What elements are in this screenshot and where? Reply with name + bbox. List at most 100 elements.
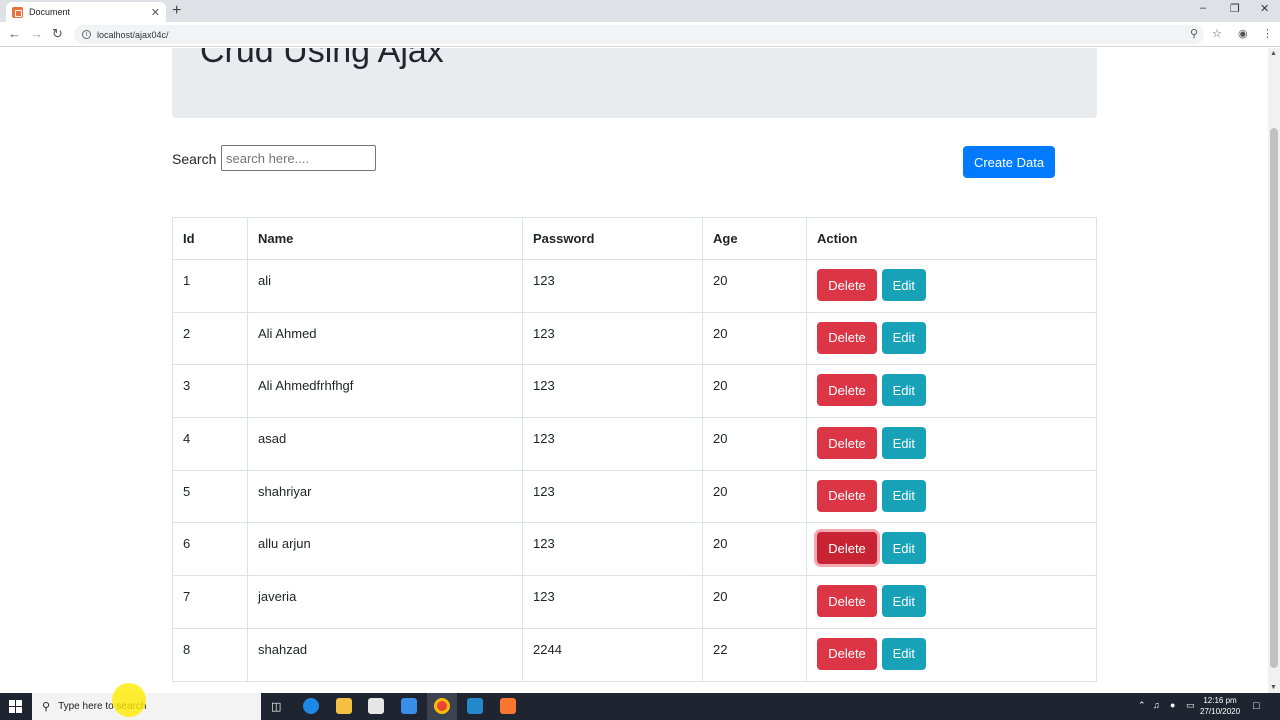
cell-id: 4 — [172, 417, 248, 471]
edit-button[interactable]: Edit — [881, 532, 926, 565]
cell-id: 1 — [172, 259, 248, 313]
cell-name: shahzad — [247, 627, 523, 682]
url-field[interactable]: i localhost/ajax04c/ — [74, 25, 1204, 44]
header-id: Id — [172, 217, 248, 260]
tray-chevron-icon[interactable]: ⌃ — [1138, 700, 1146, 711]
search-icon: ⚲ — [42, 701, 51, 713]
cell-password: 123 — [522, 364, 703, 419]
menu-dots-icon[interactable]: ⋮ — [1262, 27, 1273, 40]
header-action: Action — [806, 217, 1097, 260]
new-tab-button[interactable]: + — [172, 2, 181, 20]
profile-icon[interactable]: ◉ — [1238, 27, 1248, 40]
cell-action: Delete Edit — [806, 417, 1097, 471]
edit-button[interactable]: Edit — [881, 427, 926, 460]
forward-icon[interactable]: → — [30, 26, 43, 41]
url-text: localhost/ajax04c/ — [97, 29, 169, 40]
site-info-icon[interactable]: i — [82, 30, 91, 39]
taskbar-search-box[interactable]: ⚲ Type here to search — [32, 693, 261, 720]
store-icon[interactable] — [368, 698, 384, 714]
edit-button[interactable]: Edit — [881, 479, 926, 512]
delete-button[interactable]: Delete — [817, 637, 877, 670]
cell-action: Delete Edit — [806, 469, 1097, 524]
minimize-icon[interactable]: – — [1200, 2, 1206, 14]
edit-button[interactable]: Edit — [881, 321, 926, 354]
xampp-favicon-icon — [12, 6, 23, 18]
delete-button[interactable]: Delete — [817, 479, 877, 512]
edit-button[interactable]: Edit — [881, 637, 926, 670]
scroll-down-icon[interactable]: ▼ — [1270, 684, 1277, 691]
edit-button[interactable]: Edit — [881, 585, 926, 618]
edit-button[interactable]: Edit — [881, 374, 926, 407]
tab-close-icon[interactable]: ✕ — [151, 6, 160, 19]
zoom-icon[interactable]: ⚲ — [1190, 27, 1198, 40]
cell-id: 7 — [172, 575, 248, 629]
back-icon[interactable]: ← — [8, 26, 21, 41]
delete-button[interactable]: Delete — [817, 532, 877, 565]
page-viewport: Crud Using Ajax Search : Create Data Id … — [0, 48, 1268, 693]
cell-name: Ali Ahmed — [247, 311, 523, 366]
delete-button[interactable]: Delete — [817, 269, 877, 301]
vscode-icon[interactable] — [467, 698, 483, 714]
cell-action: Delete Edit — [806, 311, 1097, 366]
table-row: 6 allu arjun 123 20 Delete Edit — [172, 522, 1097, 577]
mail-icon[interactable] — [401, 698, 417, 714]
chrome-taskbar-active[interactable] — [427, 693, 457, 720]
cell-password: 2244 — [522, 627, 703, 682]
volume-icon[interactable]: ♫ — [1153, 700, 1160, 710]
table-row: 3 Ali Ahmedfrhfhgf 123 20 Delete Edit — [172, 364, 1097, 419]
close-window-icon[interactable]: ✕ — [1260, 2, 1269, 15]
notifications-icon[interactable]: □ — [1253, 700, 1260, 712]
cursor-highlight — [112, 683, 146, 717]
task-view-icon[interactable]: ◫ — [271, 700, 281, 713]
table-row: 5 shahriyar 123 20 Delete Edit — [172, 469, 1097, 524]
cell-age: 20 — [702, 469, 807, 524]
scroll-up-icon[interactable]: ▲ — [1270, 50, 1277, 57]
cell-password: 123 — [522, 417, 703, 471]
page-scrollbar[interactable]: ▲ ▼ — [1268, 48, 1280, 693]
cell-age: 20 — [702, 575, 807, 629]
delete-button[interactable]: Delete — [817, 321, 877, 354]
cell-age: 20 — [702, 364, 807, 419]
clock-time: 12:16 pm — [1203, 696, 1237, 705]
header-password: Password — [522, 217, 703, 260]
delete-button[interactable]: Delete — [817, 585, 877, 618]
table-row: 4 asad 123 20 Delete Edit — [172, 417, 1097, 471]
table-row: 1 ali 123 20 Delete Edit — [172, 259, 1097, 313]
windows-start-icon[interactable] — [9, 700, 22, 713]
cell-id: 5 — [172, 469, 248, 524]
edit-button[interactable]: Edit — [881, 269, 926, 301]
delete-button[interactable]: Delete — [817, 374, 877, 407]
jumbotron: Crud Using Ajax — [172, 48, 1097, 118]
cell-name: allu arjun — [247, 522, 523, 577]
taskbar-clock[interactable]: 12:16 pm 27/10/2020 — [1200, 695, 1240, 717]
browser-tab[interactable]: Document ✕ — [6, 2, 166, 22]
cell-password: 123 — [522, 311, 703, 366]
bookmark-star-icon[interactable]: ☆ — [1212, 27, 1222, 40]
data-table: Id Name Password Age Action 1 ali 123 20… — [172, 217, 1097, 682]
xampp-icon[interactable] — [500, 698, 516, 714]
microphone-icon[interactable]: ● — [1170, 700, 1175, 710]
cell-id: 2 — [172, 311, 248, 366]
edge-browser-icon[interactable] — [303, 698, 319, 714]
network-icon[interactable]: ▭ — [1186, 700, 1195, 711]
cell-age: 22 — [702, 627, 807, 682]
file-explorer-icon[interactable] — [336, 698, 352, 714]
cell-name: Ali Ahmedfrhfhgf — [247, 364, 523, 419]
address-bar: ← → ↻ i localhost/ajax04c/ ⚲ ☆ ◉ ⋮ — [0, 22, 1280, 47]
cell-name: javeria — [247, 575, 523, 629]
delete-button[interactable]: Delete — [817, 427, 877, 460]
create-data-button[interactable]: Create Data — [963, 146, 1055, 178]
search-input[interactable] — [221, 145, 376, 171]
restore-icon[interactable]: ❐ — [1230, 2, 1240, 15]
cell-id: 8 — [172, 627, 248, 682]
tab-title: Document — [29, 7, 71, 17]
cell-name: asad — [247, 417, 523, 471]
scrollbar-thumb[interactable] — [1270, 128, 1278, 668]
cell-password: 123 — [522, 469, 703, 524]
windows-taskbar: ⚲ Type here to search ◫ ⌃ ♫ ● ▭ 12:16 pm… — [0, 693, 1280, 720]
cell-action: Delete Edit — [806, 259, 1097, 313]
cell-age: 20 — [702, 522, 807, 577]
header-age: Age — [702, 217, 807, 260]
reload-icon[interactable]: ↻ — [52, 26, 63, 42]
cell-action: Delete Edit — [806, 575, 1097, 629]
